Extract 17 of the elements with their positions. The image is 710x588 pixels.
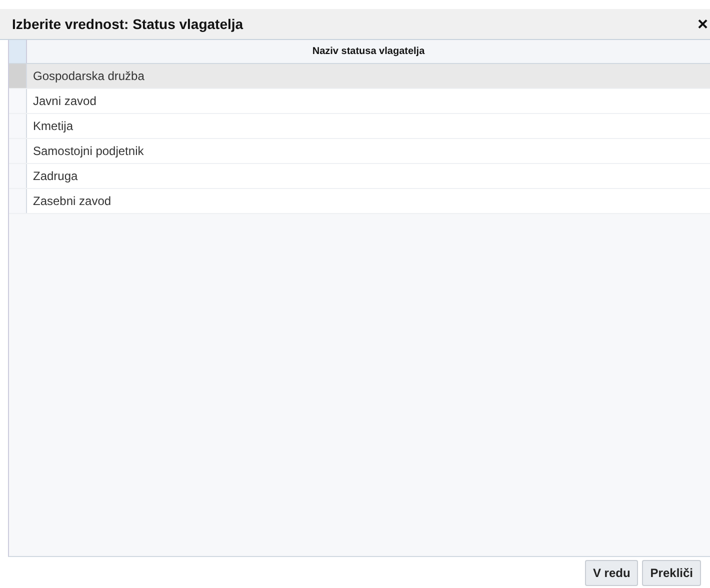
table-cell: Kmetija <box>33 119 74 133</box>
table-row[interactable]: Zasebni zavod <box>9 189 710 214</box>
table-cell: Javni zavod <box>33 94 96 108</box>
table-row[interactable]: Javni zavod <box>9 89 710 114</box>
table-row[interactable]: Gospodarska družba <box>9 64 710 89</box>
close-button[interactable]: × <box>695 15 710 33</box>
table-row[interactable]: Kmetija <box>9 114 710 139</box>
window-title: Izberite vrednost: Status vlagatelja <box>12 16 244 32</box>
table-row[interactable]: Samostojni podjetnik <box>9 139 710 164</box>
table-cell: Gospodarska družba <box>33 69 144 83</box>
table-cell: Zadruga <box>33 169 78 183</box>
table-cell: Zasebni zavod <box>33 194 112 208</box>
table-row[interactable]: Zadruga <box>9 164 710 189</box>
dialog-button[interactable]: V redu <box>584 560 638 586</box>
column-header[interactable]: Naziv statusa vlagatelja <box>27 40 710 63</box>
dialog-button[interactable]: Prekliči <box>642 560 701 586</box>
table-cell: Samostojni podjetnik <box>33 144 144 158</box>
